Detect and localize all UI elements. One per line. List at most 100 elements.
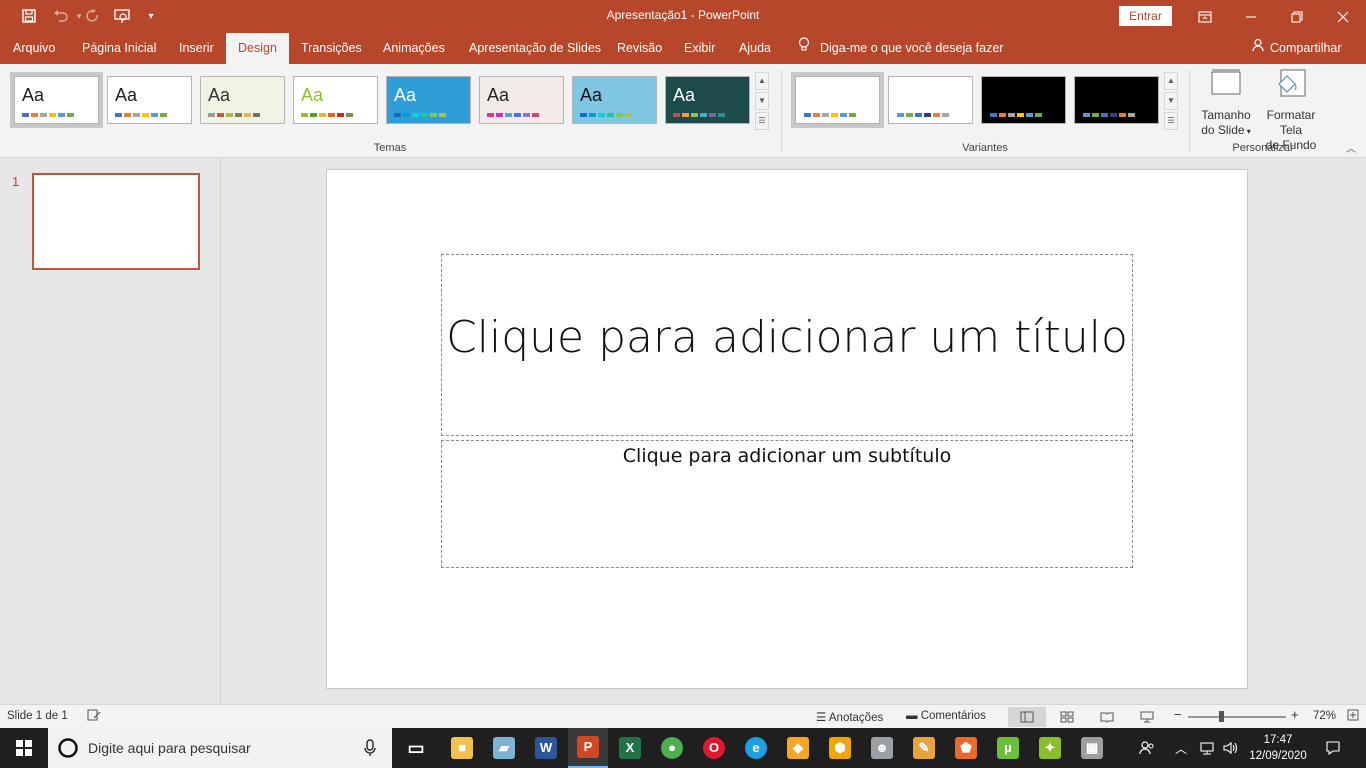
opera-icon[interactable]: O	[694, 728, 734, 768]
tab-arquivo[interactable]: Arquivo	[13, 33, 55, 64]
microphone-icon[interactable]	[364, 739, 376, 760]
variant-thumbnail[interactable]	[795, 76, 880, 124]
theme-thumbnail[interactable]: Aa	[107, 76, 192, 124]
zoom-slider[interactable]	[1188, 716, 1286, 718]
tab-transicoes[interactable]: Transições	[301, 33, 362, 64]
variant-thumbnail[interactable]	[888, 76, 973, 124]
theme-thumbnail[interactable]: Aa	[14, 76, 99, 124]
variants-scroll-down-icon[interactable]: ▼	[1164, 92, 1178, 110]
theme-thumbnail[interactable]: Aa	[479, 76, 564, 124]
theme-thumbnail[interactable]: Aa	[386, 76, 471, 124]
variants-more-icon[interactable]: ☰	[1164, 112, 1178, 130]
word-icon[interactable]: W	[526, 728, 566, 768]
notes-button[interactable]: ☰ Anotações	[816, 710, 883, 724]
uc-browser-icon[interactable]: ◆	[778, 728, 818, 768]
color-swatch	[598, 113, 605, 117]
theme-thumbnail[interactable]: Aa	[200, 76, 285, 124]
slide-thumbnail[interactable]	[32, 173, 200, 270]
zoom-slider-thumb[interactable]	[1219, 711, 1224, 722]
volume-icon[interactable]	[1220, 728, 1242, 768]
ribbon-display-options-icon[interactable]	[1182, 0, 1228, 33]
game-app-icon[interactable]: ☻	[862, 728, 902, 768]
zoom-in-button[interactable]: +	[1291, 707, 1299, 722]
theme-thumbnail[interactable]: Aa	[293, 76, 378, 124]
redo-icon[interactable]	[82, 6, 104, 26]
sign-in-button[interactable]: Entrar	[1119, 6, 1172, 26]
theme-thumbnail[interactable]: Aa	[572, 76, 657, 124]
utorrent-icon[interactable]: µ	[988, 728, 1028, 768]
themes-more-icon[interactable]: ☰	[755, 112, 769, 130]
minimize-icon[interactable]	[1228, 0, 1274, 33]
zoom-level[interactable]: 72%	[1313, 710, 1336, 722]
customize-qat-icon[interactable]: ▾	[140, 6, 162, 26]
tab-ajuda[interactable]: Ajuda	[739, 33, 771, 64]
network-icon[interactable]	[1196, 728, 1218, 768]
color-swatch	[990, 113, 997, 117]
tab-design[interactable]: Design	[226, 33, 289, 64]
share-button[interactable]: Compartilhar	[1252, 33, 1342, 64]
file-explorer-icon[interactable]: ■	[442, 728, 482, 768]
zoom-out-button[interactable]: −	[1174, 707, 1182, 722]
comments-button[interactable]: ▬ Comentários	[906, 710, 986, 722]
powerpoint-icon[interactable]: P	[568, 728, 608, 768]
variants-scroll-up-icon[interactable]: ▲	[1164, 72, 1178, 90]
theme-sample-text: Aa	[673, 85, 696, 105]
slideshow-icon[interactable]	[1128, 707, 1166, 727]
slide-canvas[interactable]: Clique para adicionar um título Clique p…	[326, 169, 1248, 689]
theme-sample-text: Aa	[22, 85, 45, 105]
subtitle-placeholder[interactable]: Clique para adicionar um subtítulo	[441, 440, 1133, 568]
tell-me-search[interactable]: Diga-me o que você deseja fazer	[798, 33, 1003, 64]
fit-to-window-icon[interactable]	[1347, 709, 1359, 724]
show-hidden-icons-icon[interactable]: ︿	[1172, 728, 1190, 768]
slide-editor: Clique para adicionar um título Clique p…	[222, 158, 1366, 704]
reading-view-icon[interactable]	[1088, 707, 1126, 727]
themes-scroll-up-icon[interactable]: ▲	[755, 72, 769, 90]
restore-icon[interactable]	[1274, 0, 1320, 33]
paint-glyph: ✎	[913, 737, 935, 759]
chrome-icon[interactable]: ●	[652, 728, 692, 768]
accessibility-icon[interactable]	[87, 709, 101, 724]
themes-scroll-down-icon[interactable]: ▼	[755, 92, 769, 110]
task-view-icon[interactable]: ▭	[396, 728, 436, 768]
slide-size-button[interactable]: Tamanho do Slide ▾	[1196, 68, 1256, 139]
color-swatch	[1110, 113, 1117, 117]
clock-time: 17:47	[1263, 734, 1293, 746]
tab-animacoes[interactable]: Animações	[383, 33, 445, 64]
present-from-start-icon[interactable]	[112, 6, 134, 26]
title-placeholder[interactable]: Clique para adicionar um título	[441, 254, 1133, 436]
tab-inserir[interactable]: Inserir	[179, 33, 214, 64]
variant-thumbnail[interactable]	[981, 76, 1066, 124]
tab-pagina-inicial[interactable]: Página Inicial	[82, 33, 156, 64]
notepad-icon[interactable]: ▰	[484, 728, 524, 768]
windows-start-icon[interactable]	[0, 728, 48, 768]
notifications-icon[interactable]	[1320, 728, 1346, 768]
app-3d-icon[interactable]: ⬟	[946, 728, 986, 768]
excel-icon[interactable]: X	[610, 728, 650, 768]
normal-view-icon[interactable]	[1008, 707, 1046, 727]
close-icon[interactable]	[1320, 0, 1366, 33]
people-icon[interactable]	[1136, 728, 1158, 768]
tab-revisao[interactable]: Revisão	[617, 33, 662, 64]
theme-thumbnail[interactable]: Aa	[665, 76, 750, 124]
vpn-icon[interactable]: ⬢	[820, 728, 860, 768]
save-icon[interactable]	[18, 6, 40, 26]
slide-sorter-icon[interactable]	[1048, 707, 1086, 727]
format-background-button[interactable]: Formatar Tela de Fundo	[1256, 68, 1326, 153]
color-swatch	[1083, 113, 1090, 117]
variant-thumbnail[interactable]	[1074, 76, 1159, 124]
tab-exibir[interactable]: Exibir	[684, 33, 715, 64]
app-green-icon[interactable]: ✦	[1030, 728, 1070, 768]
collapse-ribbon-icon[interactable]: ︿	[1346, 140, 1356, 155]
paint-icon[interactable]: ✎	[904, 728, 944, 768]
color-swatch	[346, 113, 353, 117]
system-clock[interactable]: 17:47 12/09/2020	[1244, 732, 1312, 764]
calculator-icon[interactable]: ▦	[1072, 728, 1112, 768]
color-swatch	[580, 113, 587, 117]
taskbar-search-box[interactable]: Digite aqui para pesquisar	[48, 728, 392, 768]
edge-icon[interactable]: e	[736, 728, 776, 768]
color-swatch	[942, 113, 949, 117]
theme-color-swatches	[580, 113, 632, 117]
color-swatch	[1017, 113, 1024, 117]
tab-apresentacao-de-slides[interactable]: Apresentação de Slides	[469, 33, 601, 64]
color-swatch	[924, 113, 931, 117]
